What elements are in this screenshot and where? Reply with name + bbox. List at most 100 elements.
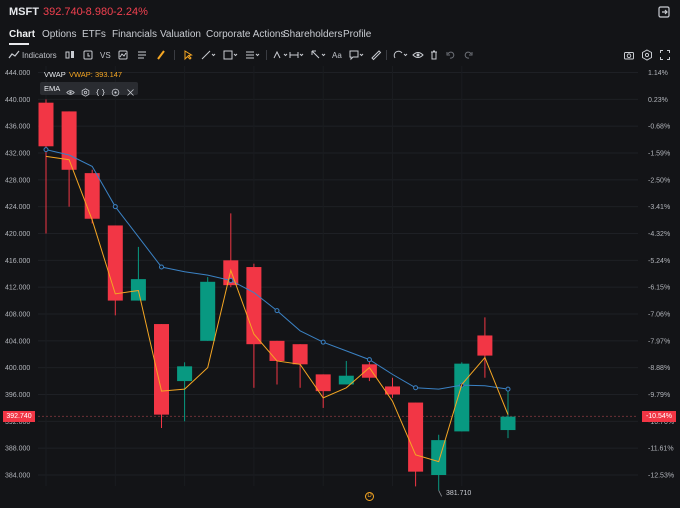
price-axis-tick: 444.000 — [5, 70, 30, 77]
price-change: -8.980 — [82, 6, 114, 18]
shape-icon[interactable] — [222, 47, 238, 63]
candle-body — [177, 366, 193, 382]
chart-toolbar: Indicators VS Aa — [0, 47, 680, 63]
fullscreen-icon[interactable] — [659, 47, 671, 63]
tab-chart[interactable]: Chart — [9, 29, 35, 40]
price-axis-tick: 412.000 — [5, 285, 30, 292]
close-icon[interactable] — [126, 84, 135, 96]
candle-body — [107, 225, 123, 301]
dividend-marker-icon[interactable]: D — [365, 492, 374, 501]
undo-icon[interactable] — [445, 47, 457, 63]
tab-options[interactable]: Options — [42, 29, 76, 40]
price-axis-tick: 440.000 — [5, 97, 30, 104]
percent-axis-tick: -0.68% — [648, 124, 670, 131]
price-axis-tick: 416.000 — [5, 258, 30, 265]
ruler-icon[interactable] — [370, 47, 382, 63]
pattern-icon[interactable] — [272, 47, 288, 63]
vwap-point — [274, 308, 280, 314]
tab-corporate-actions[interactable]: Corporate Actions — [206, 29, 286, 40]
percent-axis-tick: -7.97% — [648, 338, 670, 345]
tab-financials[interactable]: Financials — [112, 29, 157, 40]
current-percent-tag: -10.54% — [642, 411, 676, 422]
eye-icon[interactable] — [66, 84, 75, 95]
percent-axis-tick: -3.41% — [648, 204, 670, 211]
tab-shareholders[interactable]: Shareholders — [283, 29, 342, 40]
comment-icon[interactable] — [348, 47, 364, 63]
text-tool-button[interactable]: Aa — [332, 47, 342, 63]
magnet-icon[interactable] — [392, 47, 408, 63]
tab-valuation[interactable]: Valuation — [160, 29, 201, 40]
ema-legend-name: EMA — [44, 84, 61, 93]
fib-icon[interactable] — [244, 47, 260, 63]
template-icon[interactable] — [117, 47, 129, 63]
percent-axis-tick: -4.32% — [648, 231, 670, 238]
camera-icon[interactable] — [623, 47, 635, 63]
measure-icon[interactable] — [288, 47, 304, 63]
percent-axis-tick: -5.24% — [648, 258, 670, 265]
price-change-percent: -2.24% — [113, 6, 148, 18]
active-tab-indicator — [9, 43, 29, 45]
arrow-icon[interactable] — [310, 47, 326, 63]
price-axis-tick: 436.000 — [5, 124, 30, 131]
vwap-legend-value: VWAP: 393.147 — [69, 70, 123, 79]
percent-axis-tick: -6.15% — [648, 285, 670, 292]
last-price: 392.740 — [43, 6, 83, 18]
ema-indicator-legend[interactable]: EMA — [40, 82, 138, 97]
toolbar-separator — [386, 50, 387, 60]
trash-icon[interactable] — [428, 47, 440, 63]
price-axis-tick: 396.000 — [5, 392, 30, 399]
candle-body — [500, 416, 516, 431]
settings-icon[interactable] — [81, 84, 90, 97]
price-axis-tick: 420.000 — [5, 231, 30, 238]
expand-icon[interactable] — [656, 4, 672, 20]
candle-body — [454, 363, 470, 432]
more-icon[interactable] — [111, 84, 120, 97]
chart-canvas[interactable]: 444.000 440.000 436.000 432.000 428.000 424.0… — [0, 66, 680, 508]
vwap-point — [228, 277, 234, 283]
source-code-icon[interactable] — [96, 84, 105, 96]
candle-type-icon[interactable] — [64, 47, 76, 63]
vwap-point — [112, 204, 118, 210]
tab-profile[interactable]: Profile — [343, 29, 371, 40]
cursor-icon[interactable] — [182, 47, 194, 63]
price-axis-tick: 388.000 — [5, 446, 30, 453]
price-axis-tick: 428.000 — [5, 177, 30, 184]
percent-axis-tick: -2.50% — [648, 177, 670, 184]
percent-axis-tick: -9.79% — [648, 392, 670, 399]
percent-axis-tick: 0.23% — [648, 97, 668, 104]
price-axis-tick: 404.000 — [5, 338, 30, 345]
low-price-label: 381.710 — [446, 490, 472, 497]
tab-etfs[interactable]: ETFs — [82, 29, 106, 40]
percent-axis-tick: -1.59% — [648, 151, 670, 158]
vwap-legend-name: VWAP — [44, 70, 66, 79]
candle-body — [292, 344, 308, 365]
indicators-label: Indicators — [22, 50, 57, 60]
percent-axis-tick: -12.53% — [648, 473, 674, 480]
low-callout-line — [438, 490, 443, 497]
price-axis-tick: 432.000 — [5, 151, 30, 158]
percent-axis-tick: -11.61% — [648, 446, 674, 453]
indicators-icon — [8, 50, 20, 59]
app-window: MSFT 392.740 -8.980 -2.24% Chart Options… — [0, 0, 680, 508]
header: MSFT 392.740 -8.980 -2.24% — [0, 0, 680, 24]
redo-icon[interactable] — [462, 47, 474, 63]
candle-body — [477, 335, 493, 356]
indicators-button[interactable]: Indicators — [8, 47, 57, 63]
trendline-icon[interactable] — [200, 47, 216, 63]
ticker-symbol: MSFT — [9, 6, 39, 18]
percent-axis-tick: -7.06% — [648, 312, 670, 319]
brush-icon[interactable] — [155, 47, 167, 63]
candle-body — [408, 402, 424, 472]
vwap-point — [320, 339, 326, 345]
vwap-point — [413, 385, 419, 391]
compare-button[interactable]: VS — [100, 47, 111, 63]
vwap-point — [159, 264, 164, 270]
eye-icon[interactable] — [412, 47, 424, 63]
interval-icon[interactable] — [82, 47, 94, 63]
vwap-point — [43, 147, 49, 153]
candle-body — [130, 279, 146, 301]
list-icon[interactable] — [136, 47, 148, 63]
settings-icon[interactable] — [641, 47, 653, 63]
price-chart[interactable]: 444.000 440.000 436.000 432.000 428.000 424.0… — [0, 66, 680, 508]
candle-body — [84, 173, 100, 219]
